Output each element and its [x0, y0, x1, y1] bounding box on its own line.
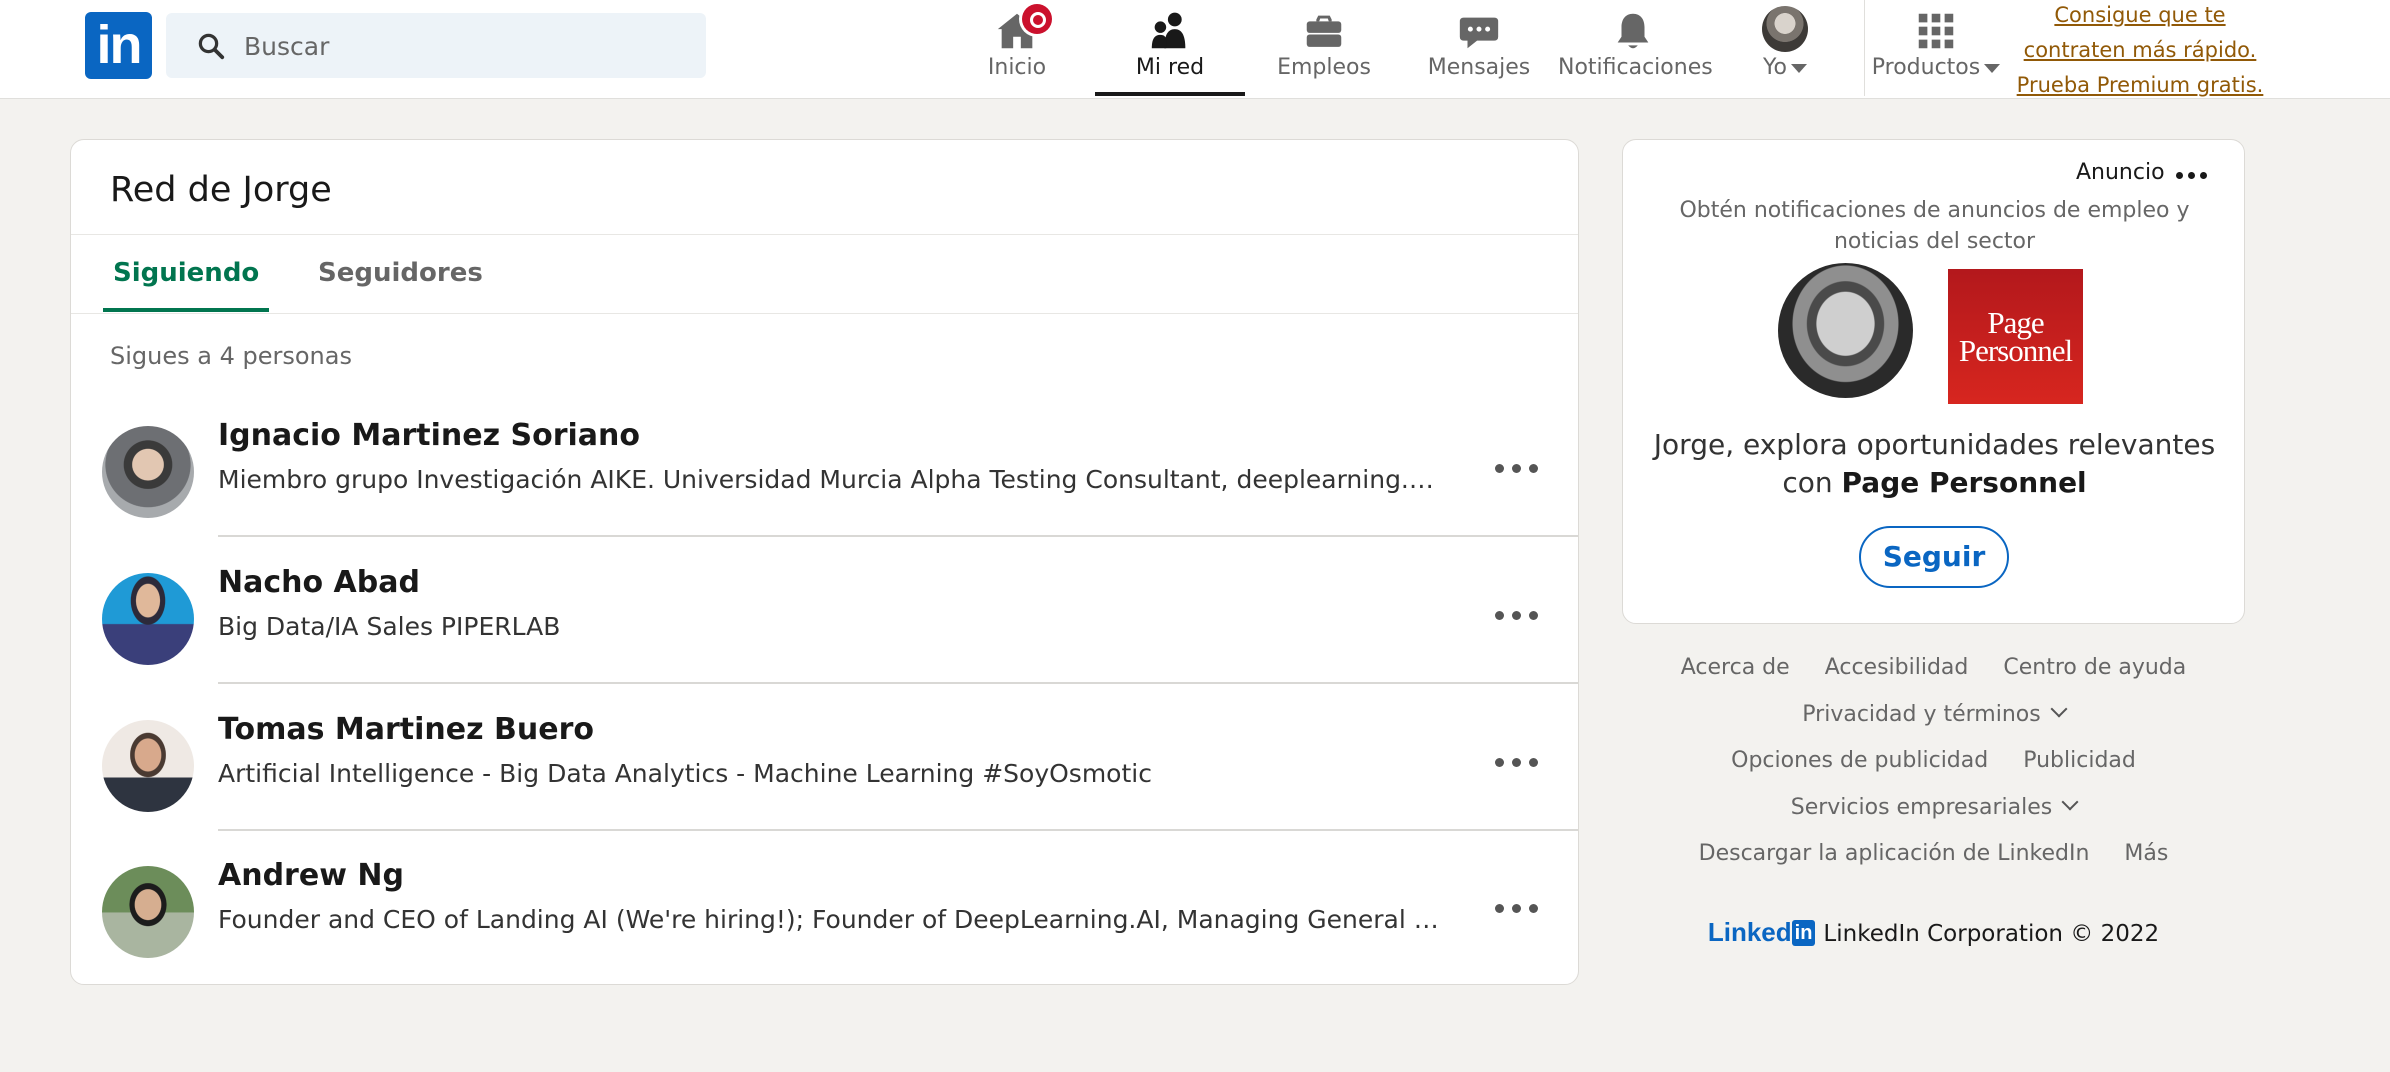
linkedin-wordmark-box: in	[1791, 920, 1816, 946]
list-item: Ignacio Martinez Soriano Miembro grupo I…	[71, 390, 1578, 537]
person-headline: Founder and CEO of Landing AI (We're hir…	[218, 905, 1448, 934]
company-name: Page Personnel	[1841, 466, 2087, 499]
linkedin-logo[interactable]: in	[85, 12, 152, 79]
ad-card: Anuncio Obtén notificaciones de anuncios…	[1622, 139, 2245, 624]
briefcase-icon	[1301, 8, 1347, 54]
copyright: Linked in LinkedIn Corporation © 2022	[1622, 917, 2245, 948]
premium-upsell-link[interactable]: Consigue que te contraten más rápido. Pr…	[2010, 0, 2270, 103]
avatar[interactable]	[102, 426, 194, 518]
premium-line-2: contraten más rápido.	[2023, 38, 2257, 62]
ad-subtitle: Obtén notificaciones de anuncios de empl…	[1679, 198, 2190, 254]
ad-message: Jorge, explora oportunidades relevantes …	[1643, 426, 2226, 502]
footer-link-app[interactable]: Descargar la aplicación de LinkedIn	[1699, 841, 2090, 866]
divider	[71, 234, 1578, 235]
search-box[interactable]	[166, 13, 706, 78]
more-options-icon[interactable]	[1481, 878, 1551, 938]
nav-home-label: Inicio	[987, 55, 1047, 80]
nav-me-label: Yo	[1763, 55, 1787, 80]
copyright-text: LinkedIn Corporation © 2022	[1823, 921, 2160, 947]
person-name[interactable]: Nacho Abad	[218, 565, 420, 600]
nav-messages-label: Mensajes	[1427, 55, 1531, 80]
person-name[interactable]: Tomas Martinez Buero	[218, 712, 594, 747]
footer-link-help[interactable]: Centro de ayuda	[2003, 655, 2186, 680]
list-item: Tomas Martinez Buero Artificial Intellig…	[71, 684, 1578, 831]
nav-home[interactable]: Inicio	[942, 0, 1092, 96]
more-options-icon[interactable]	[1481, 732, 1551, 792]
person-headline: Miembro grupo Investigación AIKE. Univer…	[218, 465, 1448, 494]
footer-row: Descargar la aplicación de LinkedIn Más	[1622, 841, 2245, 866]
premium-line-1: Consigue que te	[2054, 3, 2226, 27]
nav-me[interactable]: Yo	[1711, 0, 1859, 96]
avatar[interactable]	[102, 573, 194, 665]
linkedin-wordmark: Linked	[1707, 917, 1792, 947]
chat-icon	[1456, 8, 1502, 54]
footer-link-about[interactable]: Acerca de	[1681, 655, 1790, 680]
nav-my-network-label: Mi red	[1135, 55, 1205, 80]
nav-my-network[interactable]: Mi red	[1095, 0, 1245, 96]
footer-link-more[interactable]: Más	[2124, 841, 2168, 866]
divider	[71, 313, 1578, 314]
more-options-icon[interactable]	[1481, 585, 1551, 645]
footer-row: Opciones de publicidad Publicidad	[1622, 748, 2245, 773]
avatar[interactable]	[102, 720, 194, 812]
global-nav: in Inicio Mi red	[0, 0, 2390, 99]
nav-jobs-label: Empleos	[1277, 55, 1371, 80]
chevron-down-icon	[1984, 63, 2001, 73]
chevron-down-icon	[2050, 700, 2068, 718]
follow-button[interactable]: Seguir	[1859, 526, 2009, 588]
nav-products-label: Productos	[1871, 55, 1981, 80]
nav-notifications-label: Notificaciones	[1558, 55, 1713, 80]
company-logo[interactable]: Page Personnel	[1948, 269, 2083, 404]
ad-label: Anuncio	[2076, 160, 2165, 185]
network-card: Red de Jorge Siguiendo Seguidores Sigues…	[70, 139, 1579, 985]
person-headline: Big Data/IA Sales PIPERLAB	[218, 612, 561, 641]
tab-followers[interactable]: Seguidores	[308, 235, 493, 312]
more-options-icon[interactable]	[1481, 438, 1551, 498]
avatar	[1762, 6, 1808, 52]
nav-jobs[interactable]: Empleos	[1249, 0, 1399, 96]
footer-link-ad-choices[interactable]: Opciones de publicidad	[1731, 748, 1988, 773]
grid-icon	[1913, 8, 1959, 54]
more-options-icon[interactable]	[2176, 172, 2207, 179]
footer-link-advertising[interactable]: Publicidad	[2023, 748, 2136, 773]
footer-link-accessibility[interactable]: Accesibilidad	[1825, 655, 1969, 680]
person-headline: Artificial Intelligence - Big Data Analy…	[218, 759, 1152, 788]
footer-row: Servicios empresariales	[1622, 793, 2245, 820]
person-name[interactable]: Andrew Ng	[218, 858, 404, 893]
person-name[interactable]: Ignacio Martinez Soriano	[218, 418, 640, 453]
nav-notifications[interactable]: Notificaciones	[1558, 0, 1713, 96]
search-icon	[198, 33, 225, 60]
people-icon	[1147, 8, 1193, 54]
company-logo-line-2: Personnel	[1958, 332, 2073, 368]
list-item: Andrew Ng Founder and CEO of Landing AI …	[71, 830, 1578, 977]
avatar	[1778, 263, 1913, 398]
footer-link-privacy-label: Privacidad y términos	[1802, 702, 2041, 727]
footer-link-business[interactable]: Servicios empresariales	[1790, 793, 2079, 820]
bell-icon	[1610, 8, 1656, 54]
premium-line-3: Prueba Premium gratis.	[2016, 73, 2264, 97]
list-item: Nacho Abad Big Data/IA Sales PIPERLAB	[71, 537, 1578, 684]
avatar[interactable]	[102, 866, 194, 958]
nav-products[interactable]: Productos	[1866, 0, 2006, 96]
nav-divider	[1864, 0, 1865, 96]
notification-badge	[1022, 4, 1052, 34]
footer-link-privacy[interactable]: Privacidad y términos	[1802, 700, 2068, 727]
following-count: Sigues a 4 personas	[110, 342, 352, 370]
chevron-down-icon	[2061, 793, 2079, 811]
page-title: Red de Jorge	[110, 170, 332, 210]
footer-row: Privacidad y términos	[1622, 700, 2245, 727]
footer-row: Acerca de Accesibilidad Centro de ayuda	[1622, 655, 2245, 680]
nav-messages[interactable]: Mensajes	[1404, 0, 1554, 96]
footer-link-business-label: Servicios empresariales	[1790, 795, 2053, 820]
chevron-down-icon	[1790, 63, 1807, 73]
search-input[interactable]	[242, 23, 686, 69]
tab-following[interactable]: Siguiendo	[103, 235, 270, 312]
